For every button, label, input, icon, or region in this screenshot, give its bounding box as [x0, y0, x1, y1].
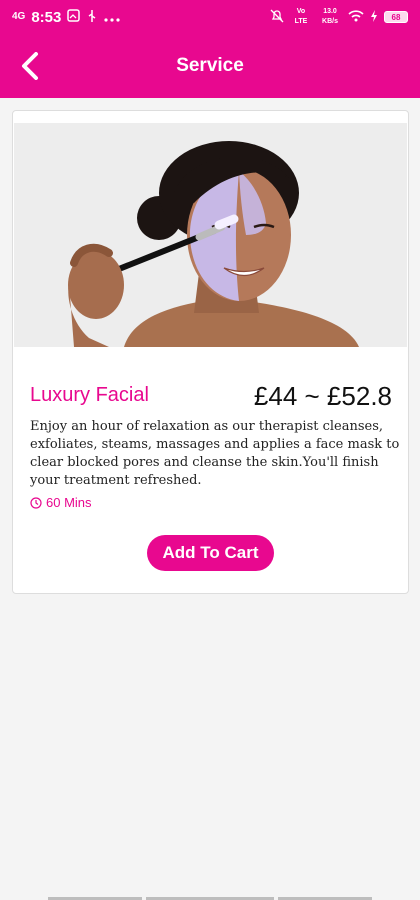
duration-label: 60 Mins [46, 495, 92, 510]
wifi-icon [348, 9, 364, 25]
service-image [14, 123, 407, 347]
page-title: Service [176, 55, 244, 76]
usb-icon [86, 9, 98, 26]
add-to-cart-button[interactable]: Add To Cart [147, 535, 274, 571]
more-dots-icon [104, 9, 120, 25]
status-time: 8:53 [31, 8, 62, 26]
service-card: Luxury Facial £44 ~ £52.8 Enjoy an hour … [12, 110, 409, 594]
service-name: Luxury Facial [30, 384, 149, 406]
app-bar: Service [0, 34, 420, 98]
photo-icon [67, 9, 81, 25]
signal-4g-label: 4G [12, 11, 26, 22]
battery-icon: 68 [384, 11, 408, 23]
charging-icon [370, 9, 378, 25]
service-description: Enjoy an hour of relaxation as our thera… [30, 419, 400, 488]
clock-icon [30, 496, 42, 509]
status-bar: 4G 8:53 Vo LTE 13.0 KB/s 68 [0, 0, 420, 34]
volte-label: Vo LTE [294, 8, 308, 25]
mute-icon [270, 9, 284, 26]
network-speed-label: 13.0 KB/s [322, 8, 338, 25]
service-price: £44 ~ £52.8 [253, 381, 392, 411]
service-duration: 60 Mins [30, 495, 92, 510]
